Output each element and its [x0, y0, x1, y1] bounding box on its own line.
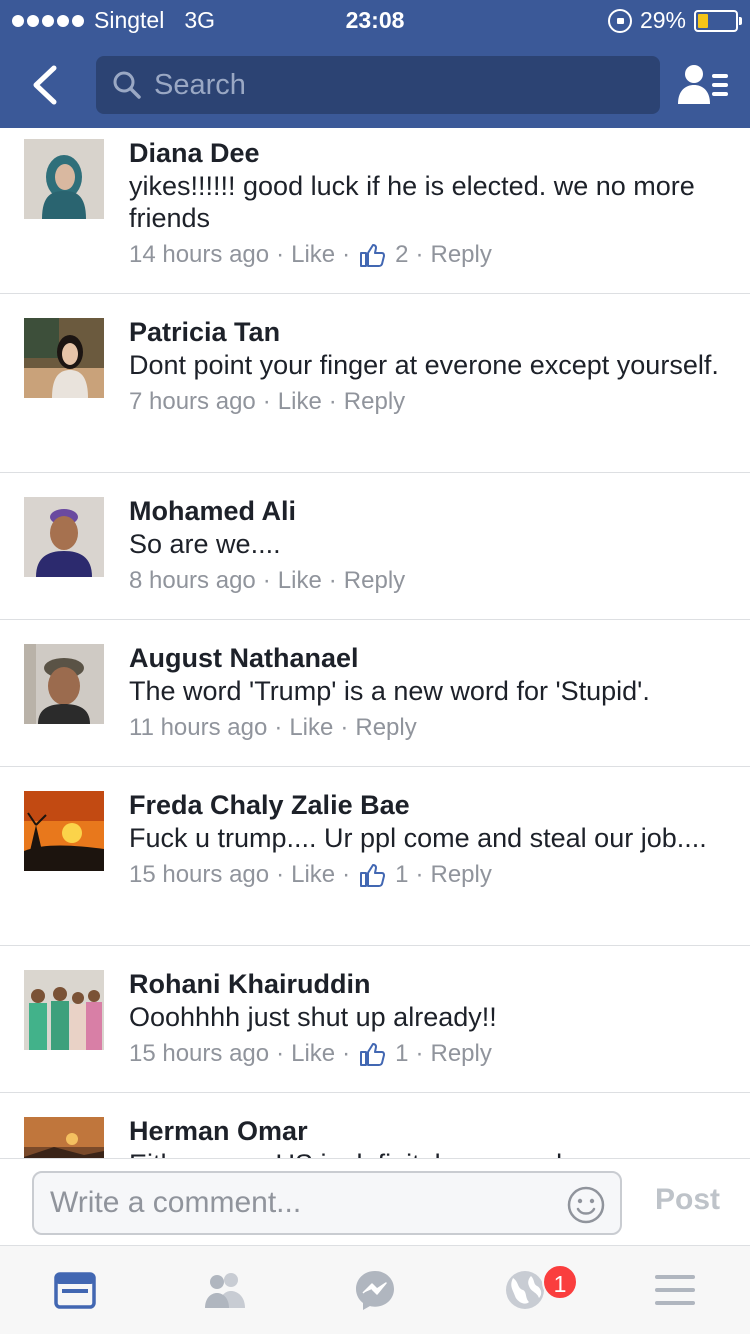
comment-text: Either way.. US is definitely screwed [129, 1148, 730, 1158]
messenger-icon [356, 1271, 394, 1310]
search-placeholder: Search [154, 68, 246, 101]
comment-item: Rohani Khairuddin Ooohhhh just shut up a… [0, 946, 750, 1093]
comment-item: Herman Omar Either way.. US is definitel… [0, 1093, 750, 1158]
avatar[interactable] [24, 970, 104, 1050]
comment-meta: 14 hours ago · Like · 2 · Reply [129, 240, 492, 270]
emoji-icon[interactable] [566, 1185, 606, 1225]
search-icon [113, 71, 141, 99]
comment-item: August Nathanael The word 'Trump' is a n… [0, 620, 750, 767]
comment-text: So are we.... [129, 529, 281, 559]
status-right: 29% [607, 7, 742, 34]
comment-body: Mohamed Ali So are we.... 8 hours ago · L… [129, 496, 730, 596]
like-count[interactable]: 2 [395, 240, 408, 270]
like-button[interactable]: Like [291, 240, 335, 270]
commenter-name[interactable]: Freda Chaly Zalie Bae [129, 790, 730, 820]
avatar[interactable] [24, 1117, 104, 1158]
avatar[interactable] [24, 497, 104, 577]
comment-meta: 15 hours ago · Like · 1 · Reply [129, 860, 492, 890]
post-button[interactable]: Post [655, 1183, 720, 1217]
comment-timestamp[interactable]: 11 hours ago [129, 713, 267, 743]
commenter-name[interactable]: Mohamed Ali [129, 496, 730, 526]
reply-button[interactable]: Reply [431, 860, 492, 890]
thumbs-up-icon [360, 244, 386, 267]
like-count[interactable]: 1 [395, 1039, 408, 1069]
app-header: Singtel 3G 23:08 29% Search [0, 0, 750, 128]
comment-meta: 7 hours ago · Like · Reply [129, 387, 406, 417]
battery-icon [694, 9, 742, 32]
tab-messenger[interactable] [353, 1268, 397, 1312]
comment-body: Rohani Khairuddin Ooohhhh just shut up a… [129, 969, 730, 1069]
rotation-lock-icon [607, 8, 632, 33]
comment-list: Diana Dee yikes!!!!!! good luck if he is… [0, 128, 750, 1158]
tab-more-menu[interactable] [653, 1268, 697, 1312]
like-button[interactable]: Like [278, 387, 322, 417]
comment-body: Freda Chaly Zalie Bae Fuck u trump.... U… [129, 790, 730, 890]
reply-button[interactable]: Reply [431, 240, 492, 270]
comment-composer: Write a comment... Post [0, 1158, 750, 1246]
like-button[interactable]: Like [291, 1039, 335, 1069]
like-button[interactable]: Like [278, 566, 322, 596]
comment-input[interactable]: Write a comment... [32, 1171, 622, 1235]
menu-icon [655, 1275, 695, 1305]
avatar[interactable] [24, 791, 104, 871]
comment-item: Patricia Tan Dont point your finger at e… [0, 294, 750, 473]
friend-requests-button[interactable] [678, 62, 730, 108]
battery-percent: 29% [639, 7, 686, 33]
commenter-name[interactable]: Diana Dee [129, 138, 730, 168]
comment-timestamp[interactable]: 7 hours ago [129, 387, 256, 417]
reply-button[interactable]: Reply [344, 566, 405, 596]
avatar[interactable] [24, 318, 104, 398]
commenter-name[interactable]: Herman Omar [129, 1116, 730, 1146]
thumbs-up-icon [360, 1043, 386, 1066]
news-feed-icon [54, 1272, 96, 1309]
comment-input-placeholder: Write a comment... [50, 1186, 302, 1219]
tab-bar [0, 1246, 750, 1334]
nav-bar: Search [0, 40, 750, 128]
like-button[interactable]: Like [291, 860, 335, 890]
comment-body: Herman Omar Either way.. US is definitel… [129, 1116, 730, 1158]
comment-text: Fuck u trump.... Ur ppl come and steal o… [129, 823, 707, 853]
avatar[interactable] [24, 139, 104, 219]
commenter-name[interactable]: August Nathanael [129, 643, 730, 673]
comment-body: Patricia Tan Dont point your finger at e… [129, 317, 730, 417]
reply-button[interactable]: Reply [431, 1039, 492, 1069]
battery-fill [698, 13, 708, 28]
friends-list-icon [678, 65, 728, 104]
avatar[interactable] [24, 644, 104, 724]
globe-icon [506, 1271, 544, 1309]
comment-meta: 11 hours ago · Like · Reply [129, 713, 417, 743]
tab-notifications[interactable] [503, 1268, 547, 1312]
comment-item: Freda Chaly Zalie Bae Fuck u trump.... U… [0, 767, 750, 946]
reply-button[interactable]: Reply [355, 713, 416, 743]
back-button[interactable] [22, 60, 72, 110]
commenter-name[interactable]: Rohani Khairuddin [129, 969, 730, 999]
comment-text: The word 'Trump' is a new word for 'Stup… [129, 676, 650, 706]
notification-badge[interactable]: 1 [542, 1264, 578, 1300]
like-button[interactable]: Like [289, 713, 333, 743]
tab-news-feed[interactable] [53, 1268, 97, 1312]
comment-text: yikes!!!!!! good luck if he is elected. … [129, 171, 695, 233]
comment-body: August Nathanael The word 'Trump' is a n… [129, 643, 730, 743]
comment-item: Diana Dee yikes!!!!!! good luck if he is… [0, 128, 750, 294]
comment-body: Diana Dee yikes!!!!!! good luck if he is… [129, 138, 730, 270]
friends-icon [205, 1273, 245, 1308]
like-count[interactable]: 1 [395, 860, 408, 890]
comment-text: Dont point your finger at everone except… [129, 350, 719, 380]
chevron-left-icon [33, 65, 57, 105]
comment-meta: 15 hours ago · Like · 1 · Reply [129, 1039, 492, 1069]
comment-timestamp[interactable]: 8 hours ago [129, 566, 256, 596]
commenter-name[interactable]: Patricia Tan [129, 317, 730, 347]
status-bar: Singtel 3G 23:08 29% [0, 0, 750, 40]
comment-text: Ooohhhh just shut up already!! [129, 1002, 497, 1032]
search-input[interactable]: Search [96, 56, 660, 114]
comment-timestamp[interactable]: 14 hours ago [129, 240, 269, 270]
tab-friends[interactable] [203, 1268, 247, 1312]
reply-button[interactable]: Reply [344, 387, 405, 417]
comment-timestamp[interactable]: 15 hours ago [129, 1039, 269, 1069]
thumbs-up-icon [360, 864, 386, 887]
comment-timestamp[interactable]: 15 hours ago [129, 860, 269, 890]
comment-item: Mohamed Ali So are we.... 8 hours ago · L… [0, 473, 750, 620]
comment-meta: 8 hours ago · Like · Reply [129, 566, 406, 596]
